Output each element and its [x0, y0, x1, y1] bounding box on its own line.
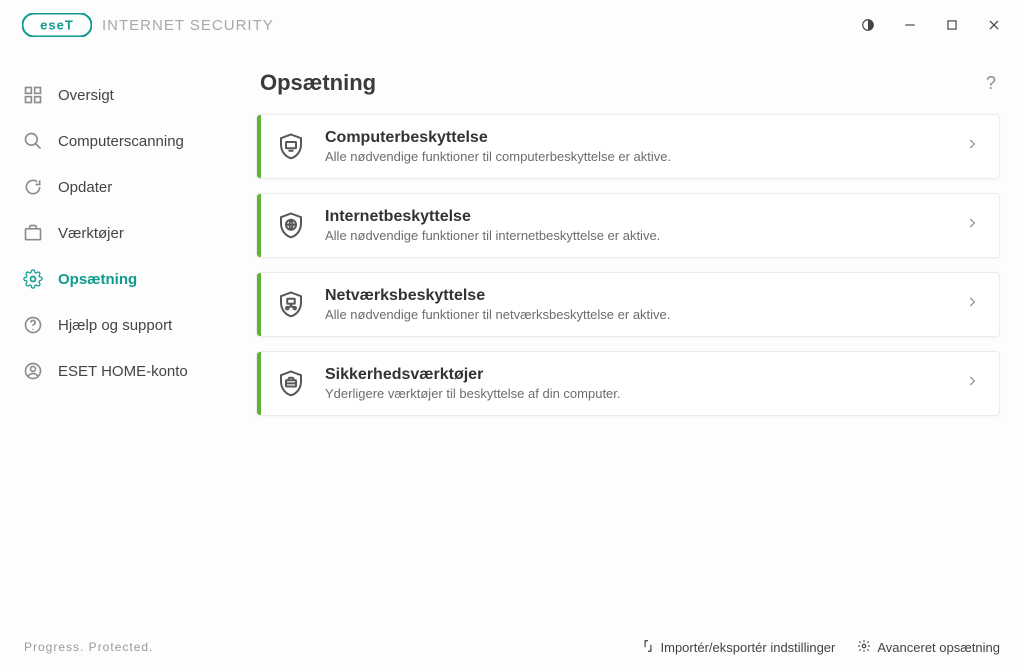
sidebar-item-label: Værktøjer — [58, 225, 124, 242]
chevron-right-icon — [965, 216, 979, 235]
card-title: Computerbeskyttelse — [325, 129, 965, 147]
sidebar-item-update[interactable]: Opdater — [0, 166, 240, 208]
body: Oversigt Computerscanning Opdater — [0, 50, 1024, 624]
sidebar-item-label: Computerscanning — [58, 133, 184, 150]
sidebar-item-setup[interactable]: Opsætning — [0, 258, 240, 300]
footer-actions: Importér/eksportér indstillinger Avancer… — [641, 639, 1000, 656]
sidebar-item-overview[interactable]: Oversigt — [0, 74, 240, 116]
svg-text:eseT: eseT — [40, 18, 74, 33]
overview-icon — [22, 84, 44, 106]
card-subtitle: Alle nødvendige funktioner til internetb… — [325, 228, 965, 243]
chevron-right-icon — [965, 374, 979, 393]
advanced-setup-label: Avanceret opsætning — [877, 640, 1000, 655]
main-header: Opsætning ? — [256, 64, 1000, 114]
card-computer-protection[interactable]: Computerbeskyttelse Alle nødvendige funk… — [256, 114, 1000, 179]
card-subtitle: Yderligere værktøjer til beskyttelse af … — [325, 386, 965, 401]
shield-network-icon — [257, 290, 325, 320]
gear-icon — [857, 639, 871, 656]
titlebar: eseT INTERNET SECURITY — [0, 0, 1024, 50]
sidebar-item-label: ESET HOME-konto — [58, 363, 188, 380]
card-security-tools[interactable]: Sikkerhedsværktøjer Yderligere værktøjer… — [256, 351, 1000, 416]
shield-monitor-icon — [257, 132, 325, 162]
sidebar-item-scan[interactable]: Computerscanning — [0, 120, 240, 162]
card-body: Sikkerhedsværktøjer Yderligere værktøjer… — [325, 366, 965, 401]
import-export-label: Importér/eksportér indstillinger — [661, 640, 836, 655]
minimize-button[interactable] — [900, 15, 920, 35]
user-icon — [22, 360, 44, 382]
page-help-button[interactable]: ? — [986, 73, 996, 94]
sidebar-item-label: Hjælp og support — [58, 317, 172, 334]
card-internet-protection[interactable]: Internetbeskyttelse Alle nødvendige funk… — [256, 193, 1000, 258]
sidebar-item-tools[interactable]: Værktøjer — [0, 212, 240, 254]
tagline: Progress. Protected. — [24, 640, 153, 654]
card-network-protection[interactable]: Netværksbeskyttelse Alle nødvendige funk… — [256, 272, 1000, 337]
app-window: eseT INTERNET SECURITY — [0, 0, 1024, 670]
briefcase-icon — [22, 222, 44, 244]
cards: Computerbeskyttelse Alle nødvendige funk… — [256, 114, 1000, 416]
refresh-icon — [22, 176, 44, 198]
page-title: Opsætning — [260, 70, 376, 96]
sidebar-item-label: Oversigt — [58, 87, 114, 104]
card-subtitle: Alle nødvendige funktioner til netværksb… — [325, 307, 965, 322]
maximize-button[interactable] — [942, 15, 962, 35]
contrast-button[interactable] — [858, 15, 878, 35]
import-export-button[interactable]: Importér/eksportér indstillinger — [641, 639, 836, 656]
chevron-right-icon — [965, 137, 979, 156]
brand: eseT INTERNET SECURITY — [22, 13, 274, 37]
card-body: Computerbeskyttelse Alle nødvendige funk… — [325, 129, 965, 164]
sidebar: Oversigt Computerscanning Opdater — [0, 50, 240, 624]
nav: Oversigt Computerscanning Opdater — [0, 74, 240, 392]
sidebar-item-account[interactable]: ESET HOME-konto — [0, 350, 240, 392]
main: Opsætning ? Computerbeskyttelse Alle nød… — [240, 50, 1024, 624]
search-icon — [22, 130, 44, 152]
card-title: Netværksbeskyttelse — [325, 287, 965, 305]
sidebar-item-label: Opsætning — [58, 271, 137, 288]
advanced-setup-button[interactable]: Avanceret opsætning — [857, 639, 1000, 656]
brand-logo: eseT — [22, 13, 92, 37]
card-body: Internetbeskyttelse Alle nødvendige funk… — [325, 208, 965, 243]
product-name: INTERNET SECURITY — [102, 17, 274, 34]
sidebar-item-help[interactable]: Hjælp og support — [0, 304, 240, 346]
close-button[interactable] — [984, 15, 1004, 35]
sidebar-item-label: Opdater — [58, 179, 112, 196]
card-subtitle: Alle nødvendige funktioner til computerb… — [325, 149, 965, 164]
help-icon — [22, 314, 44, 336]
shield-toolbox-icon — [257, 369, 325, 399]
import-export-icon — [641, 639, 655, 656]
card-body: Netværksbeskyttelse Alle nødvendige funk… — [325, 287, 965, 322]
footer: Progress. Protected. Importér/eksportér … — [0, 624, 1024, 670]
window-controls — [858, 15, 1016, 35]
chevron-right-icon — [965, 295, 979, 314]
shield-globe-icon — [257, 211, 325, 241]
card-title: Sikkerhedsværktøjer — [325, 366, 965, 384]
gear-icon — [22, 268, 44, 290]
card-title: Internetbeskyttelse — [325, 208, 965, 226]
